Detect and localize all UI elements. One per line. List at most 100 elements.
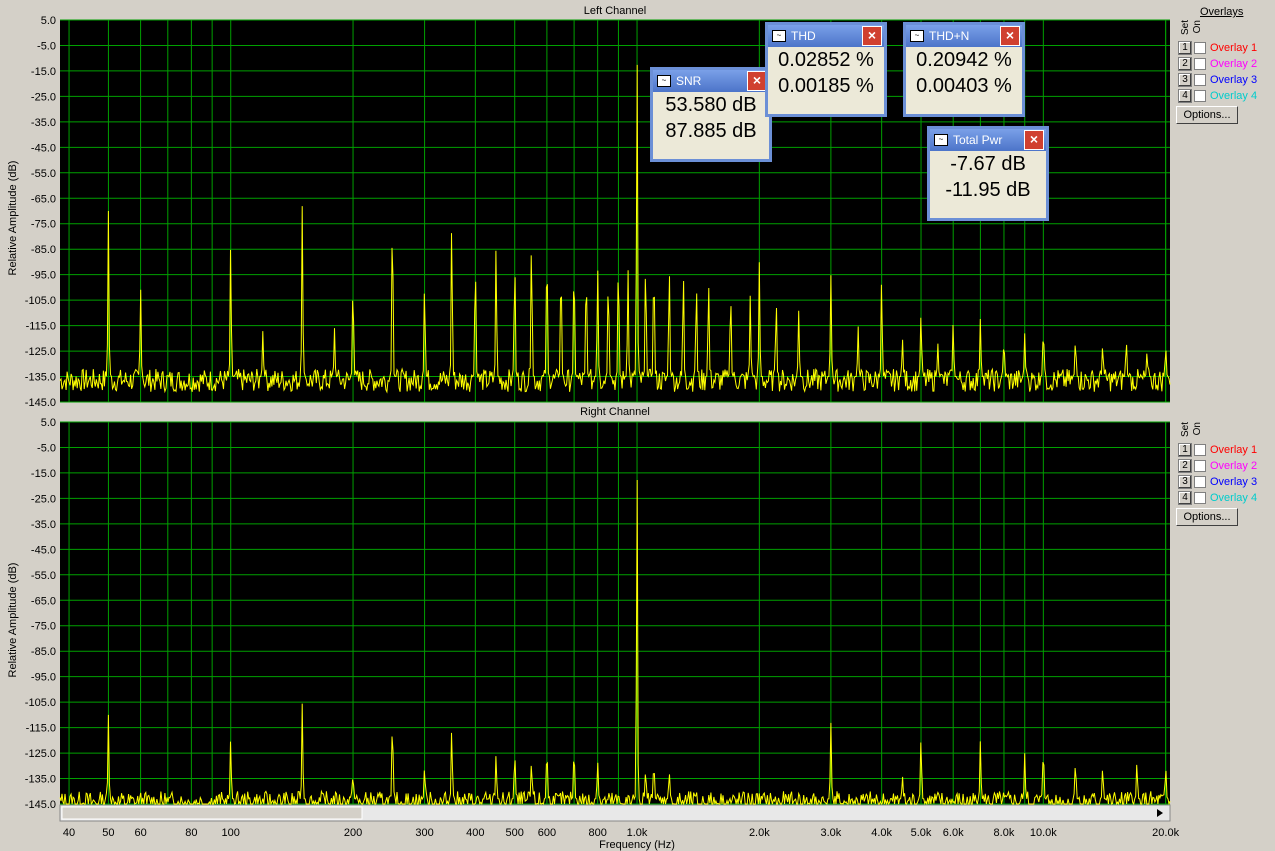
y-tick-label: -95.0 [31, 672, 56, 684]
overlay-checkbox[interactable] [1194, 476, 1206, 488]
x-tick-label: 5.0k [911, 827, 932, 839]
x-tick-label: 40 [63, 827, 75, 839]
on-label: On [1192, 422, 1203, 436]
y-tick-label: -15.0 [31, 66, 56, 78]
meter-wave-icon: ~ [772, 30, 786, 42]
overlay-set-button[interactable]: 1 [1178, 443, 1192, 457]
left-options-button[interactable]: Options... [1176, 106, 1238, 124]
thdn-meter[interactable]: ~ THD+N × 0.20942 % 0.00403 % [903, 22, 1025, 117]
x-axis-label: Frequency (Hz) [599, 839, 675, 851]
thd-value-1: 0.02852 % [768, 47, 884, 73]
overlay-checkbox[interactable] [1194, 74, 1206, 86]
right-y-ticks: 5.0 -5.0 -15.0 -25.0 -35.0 -45.0 -55.0 -65.0 -75… [25, 417, 56, 811]
snr-title: SNR [676, 74, 702, 88]
y-tick-label: -135.0 [25, 774, 56, 786]
y-tick-label: -115.0 [26, 321, 56, 333]
overlay-label: Overlay 3 [1210, 74, 1258, 86]
y-tick-label: -125.0 [25, 748, 56, 760]
y-tick-label: -145.0 [25, 397, 56, 409]
overlay-label: Overlay 1 [1210, 444, 1258, 456]
x-tick-label: 10.0k [1030, 827, 1057, 839]
y-tick-label: -125.0 [25, 346, 56, 358]
scrollbar-thumb[interactable] [61, 806, 363, 820]
overlay-checkbox[interactable] [1194, 58, 1206, 70]
y-tick-label: -85.0 [31, 646, 56, 658]
overlay-row-2[interactable]: 2 Overlay 2 [1178, 459, 1257, 473]
x-tick-label: 500 [506, 827, 524, 839]
overlay-row-3[interactable]: 3 Overlay 3 [1178, 475, 1257, 489]
y-tick-label: -35.0 [31, 519, 56, 531]
right-y-axis-label: Relative Amplitude (dB) [7, 563, 19, 678]
snr-meter[interactable]: ~ SNR × 53.580 dB 87.885 dB [650, 67, 772, 162]
overlay-row-1[interactable]: 1 Overlay 1 [1178, 41, 1257, 55]
overlay-row-4[interactable]: 4 Overlay 4 [1178, 491, 1257, 505]
thdn-title-bar[interactable]: ~ THD+N × [906, 25, 1022, 47]
x-tick-label: 200 [344, 827, 362, 839]
y-tick-label: -45.0 [31, 544, 56, 556]
close-icon[interactable]: × [1000, 26, 1020, 46]
total-pwr-value-1: -7.67 dB [930, 151, 1046, 177]
overlay-checkbox[interactable] [1194, 444, 1206, 456]
y-tick-label: -5.0 [37, 40, 56, 52]
overlay-set-button[interactable]: 2 [1178, 57, 1192, 71]
overlay-checkbox[interactable] [1194, 42, 1206, 54]
thd-meter[interactable]: ~ THD × 0.02852 % 0.00185 % [765, 22, 887, 117]
overlay-set-button[interactable]: 1 [1178, 41, 1192, 55]
snr-value-2: 87.885 dB [653, 118, 769, 144]
overlay-label: Overlay 4 [1210, 492, 1258, 504]
y-tick-label: -135.0 [25, 372, 56, 384]
y-tick-label: -95.0 [31, 270, 56, 282]
total-pwr-meter[interactable]: ~ Total Pwr × -7.67 dB -11.95 dB [927, 126, 1049, 221]
overlay-label: Overlay 2 [1210, 460, 1258, 472]
overlay-row-1[interactable]: 1 Overlay 1 [1178, 443, 1257, 457]
y-tick-label: -45.0 [31, 142, 56, 154]
overlay-checkbox[interactable] [1194, 460, 1206, 472]
overlay-label: Overlay 1 [1210, 42, 1258, 54]
thdn-value-1: 0.20942 % [906, 47, 1022, 73]
x-tick-label: 1.0k [627, 827, 648, 839]
overlay-label: Overlay 4 [1210, 90, 1258, 102]
x-tick-label: 6.0k [943, 827, 964, 839]
overlay-row-4[interactable]: 4 Overlay 4 [1178, 89, 1257, 103]
thd-value-2: 0.00185 % [768, 73, 884, 99]
close-icon[interactable]: × [747, 71, 767, 91]
y-tick-label: -25.0 [31, 91, 56, 103]
y-tick-label: -65.0 [31, 193, 56, 205]
y-tick-label: -55.0 [31, 570, 56, 582]
right-options-button[interactable]: Options... [1176, 508, 1238, 526]
x-tick-label: 300 [415, 827, 433, 839]
x-tick-label: 800 [588, 827, 606, 839]
x-tick-label: 50 [102, 827, 114, 839]
right-channel-title: Right Channel [580, 406, 650, 418]
thd-title-bar[interactable]: ~ THD × [768, 25, 884, 47]
overlay-set-button[interactable]: 3 [1178, 475, 1192, 489]
total-pwr-title-bar[interactable]: ~ Total Pwr × [930, 129, 1046, 151]
y-tick-label: -5.0 [37, 442, 56, 454]
overlay-row-2[interactable]: 2 Overlay 2 [1178, 57, 1257, 71]
y-tick-label: -55.0 [31, 168, 56, 180]
total-pwr-value-2: -11.95 dB [930, 177, 1046, 203]
y-tick-label: -85.0 [31, 244, 56, 256]
snr-value-1: 53.580 dB [653, 92, 769, 118]
overlay-set-button[interactable]: 3 [1178, 73, 1192, 87]
x-tick-labels: 40 50 60 80 100 200 300 400 500 600 800 1.0k 2.0k 3.0… [63, 827, 1180, 839]
meter-wave-icon: ~ [657, 75, 671, 87]
overlay-set-button[interactable]: 4 [1178, 89, 1192, 103]
on-label: On [1192, 20, 1203, 34]
close-icon[interactable]: × [862, 26, 882, 46]
left-y-axis-label: Relative Amplitude (dB) [7, 161, 19, 276]
x-tick-label: 8.0k [994, 827, 1015, 839]
snr-title-bar[interactable]: ~ SNR × [653, 70, 769, 92]
overlay-checkbox[interactable] [1194, 90, 1206, 102]
overlay-checkbox[interactable] [1194, 492, 1206, 504]
close-icon[interactable]: × [1024, 130, 1044, 150]
overlay-set-button[interactable]: 2 [1178, 459, 1192, 473]
thdn-title: THD+N [929, 29, 970, 43]
x-tick-label: 600 [538, 827, 556, 839]
y-tick-label: -75.0 [31, 219, 56, 231]
overlay-row-3[interactable]: 3 Overlay 3 [1178, 73, 1257, 87]
overlay-set-button[interactable]: 4 [1178, 491, 1192, 505]
left-channel-title: Left Channel [584, 5, 646, 17]
y-tick-label: -35.0 [31, 117, 56, 129]
y-tick-label: -105.0 [25, 697, 56, 709]
